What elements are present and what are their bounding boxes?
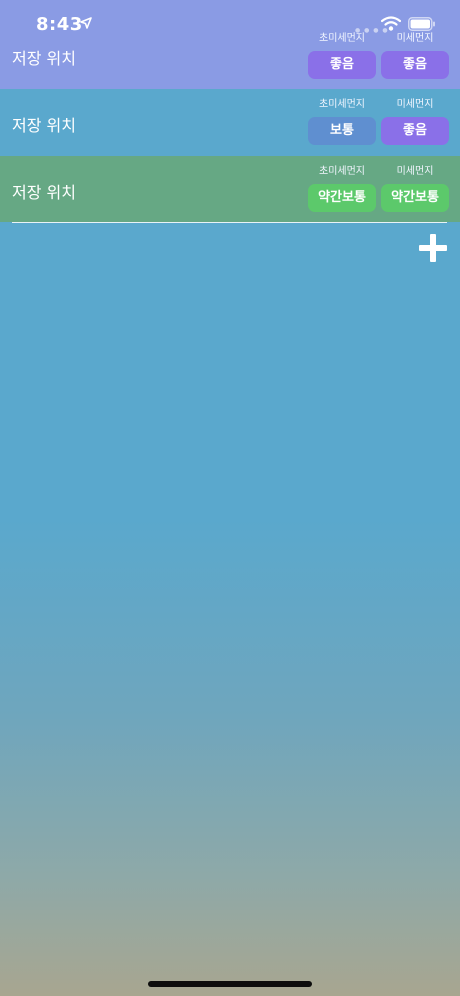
fine-dust-badge: 좋음 bbox=[308, 51, 376, 79]
location-arrow-icon bbox=[80, 17, 92, 29]
fine-dust-label: 초미세먼지 bbox=[319, 166, 365, 177]
location-title: 저장 위치 bbox=[12, 183, 76, 202]
dust-badge: 좋음 bbox=[381, 51, 449, 79]
add-location-button[interactable] bbox=[417, 232, 449, 264]
fine-dust-metric: 초미세먼지 약간보통 bbox=[308, 165, 376, 212]
dust-label: 미세먼지 bbox=[396, 166, 434, 177]
location-row[interactable]: 저장 위치 초미세먼지 보통 미세먼지 좋음 bbox=[0, 89, 460, 155]
fine-dust-metric: 초미세먼지 보통 bbox=[308, 98, 376, 145]
location-title: 저장 위치 bbox=[12, 116, 76, 135]
location-title: 저장 위치 bbox=[12, 49, 76, 68]
status-time: 8:43 bbox=[36, 14, 83, 35]
fine-dust-badge: 보통 bbox=[308, 117, 376, 145]
fine-dust-label: 초미세먼지 bbox=[319, 99, 365, 110]
battery-icon bbox=[408, 17, 435, 31]
status-bar: 8:43 ● ● ● ● bbox=[0, 0, 460, 48]
location-row[interactable]: 저장 위치 초미세먼지 약간보통 미세먼지 약간보통 bbox=[0, 156, 460, 222]
list-divider bbox=[12, 222, 447, 223]
home-indicator[interactable] bbox=[148, 981, 312, 987]
fine-dust-badge: 약간보통 bbox=[308, 184, 376, 212]
dust-label: 미세먼지 bbox=[396, 99, 434, 110]
dust-badge: 약간보통 bbox=[381, 184, 449, 212]
dust-metric: 미세먼지 약간보통 bbox=[381, 165, 449, 212]
dust-badge: 좋음 bbox=[381, 117, 449, 145]
wifi-icon bbox=[381, 16, 401, 31]
dust-metric: 미세먼지 좋음 bbox=[381, 98, 449, 145]
